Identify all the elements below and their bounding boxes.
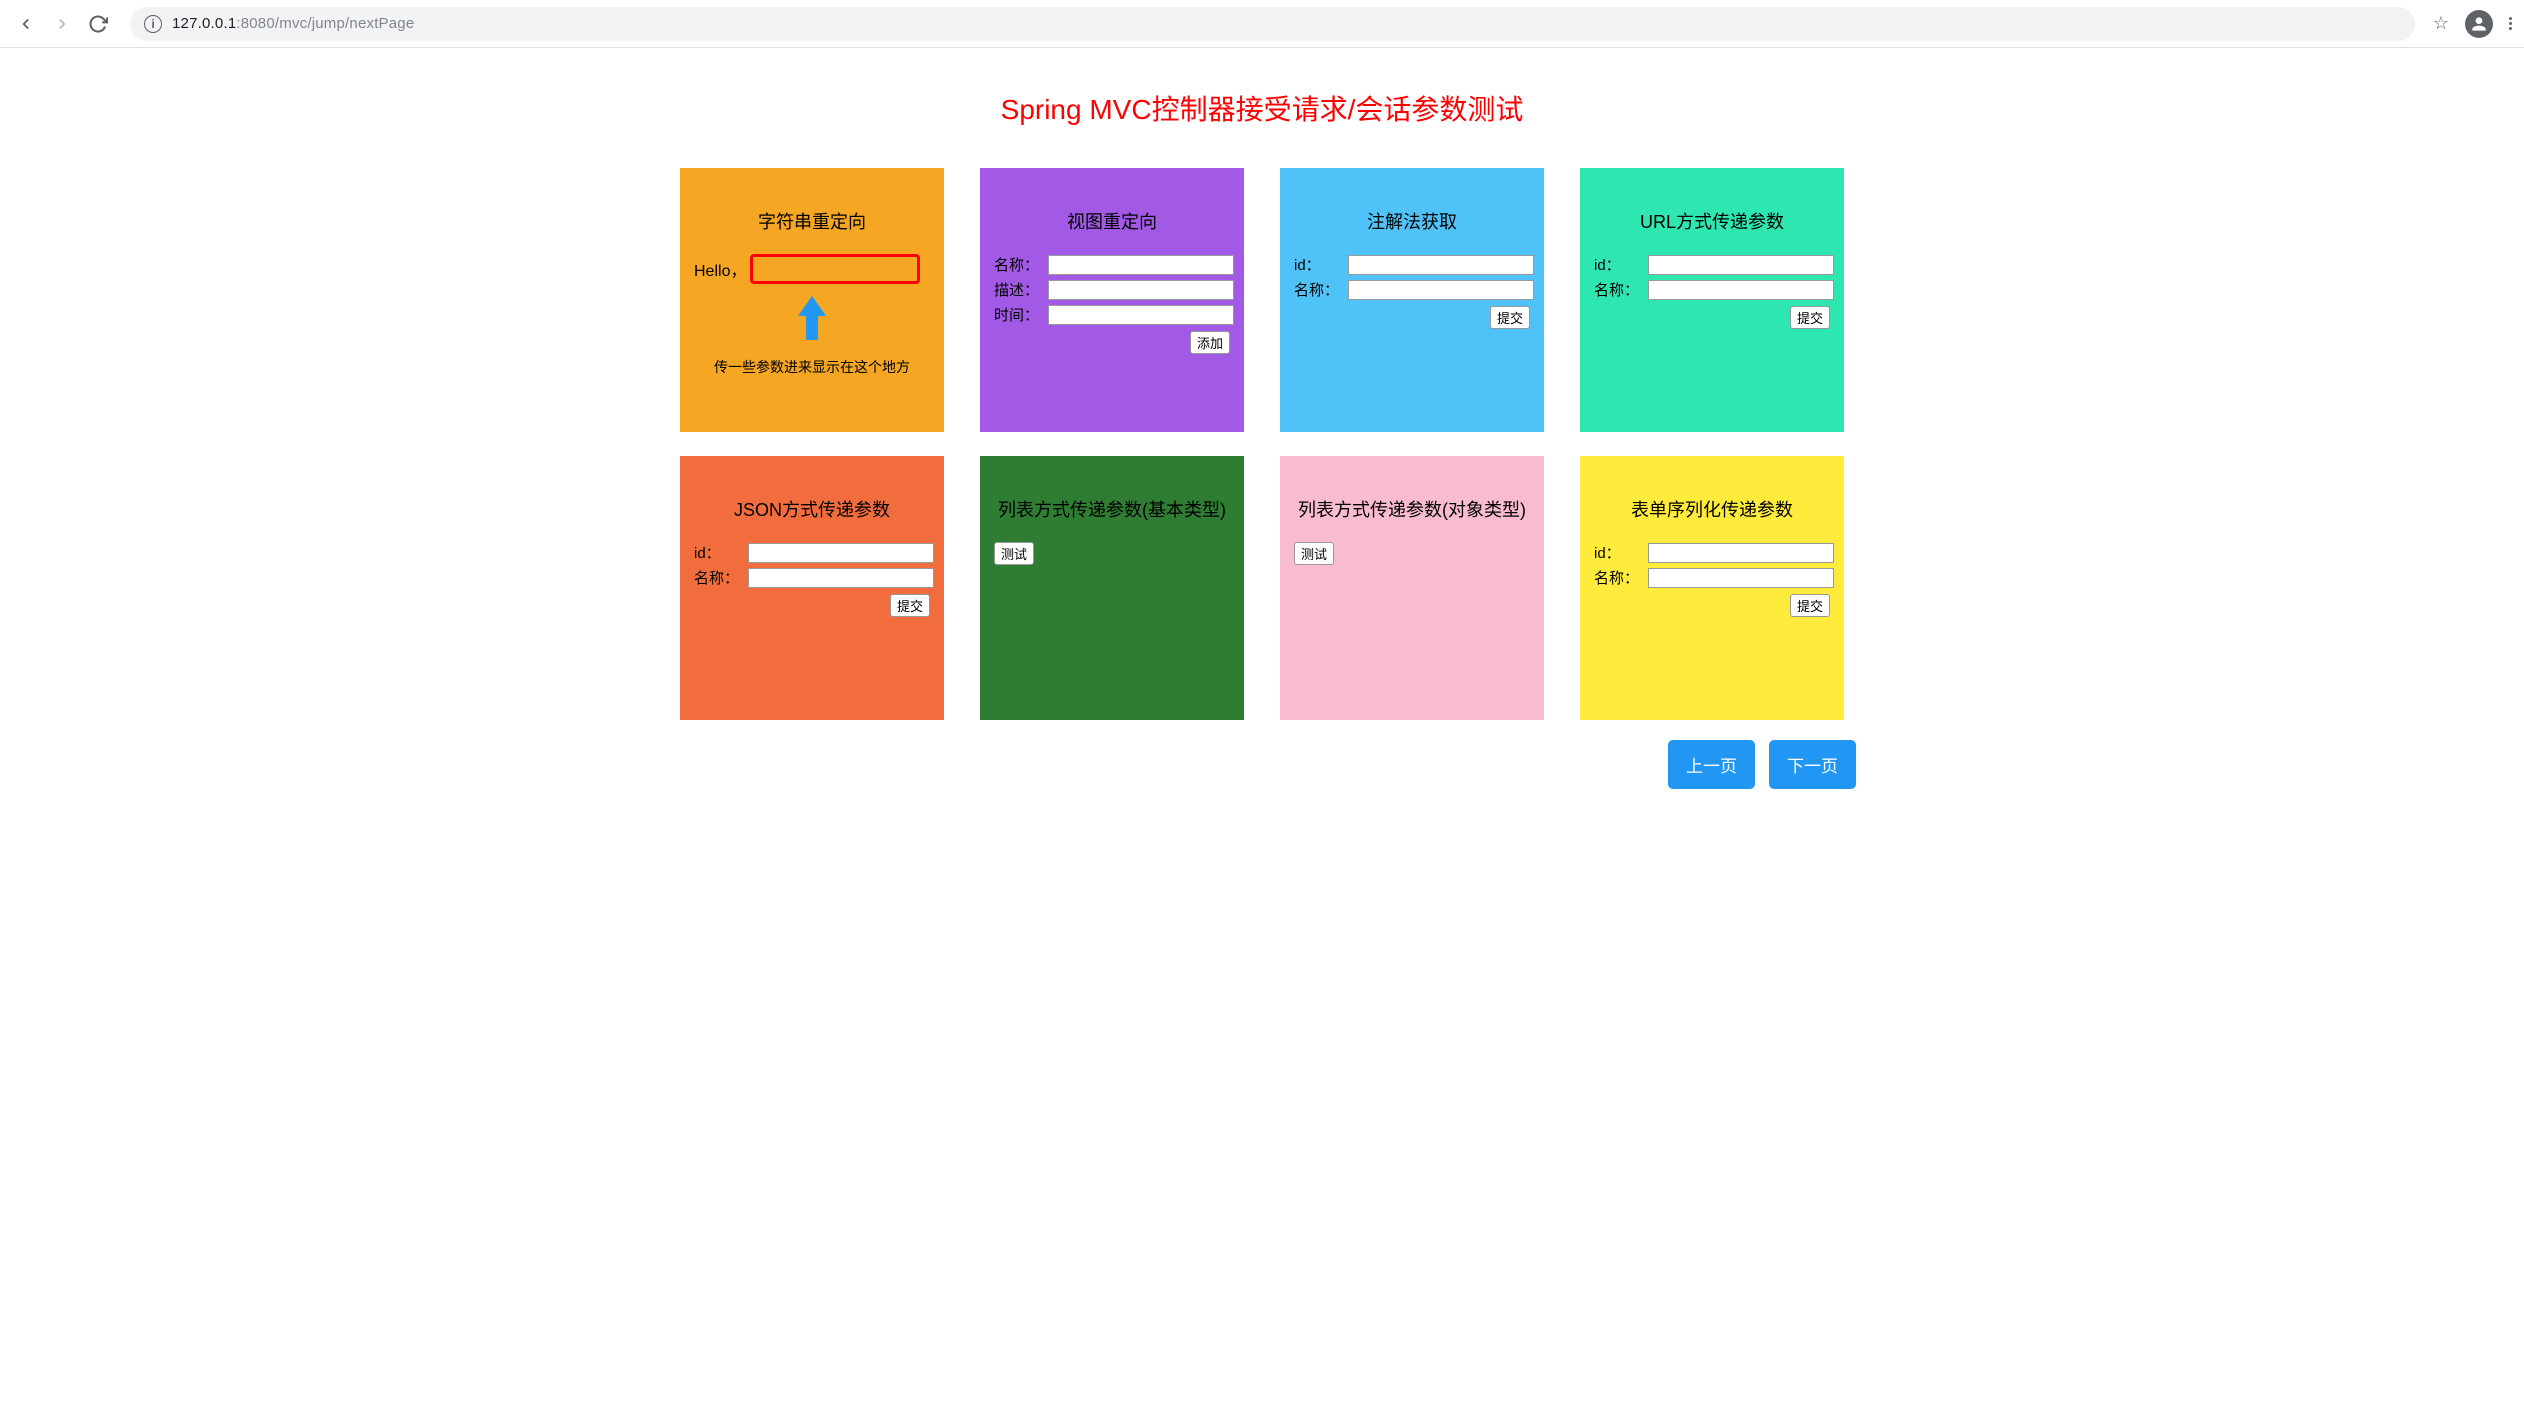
form-row-name: 名称： <box>694 567 930 588</box>
name-label: 名称： <box>694 567 742 588</box>
card-title: 列表方式传递参数(基本类型) <box>994 496 1230 522</box>
url-host: 127.0.0.1 <box>172 15 236 32</box>
page-content: Spring MVC控制器接受请求/会话参数测试 字符串重定向 Hello， 传… <box>0 48 2524 819</box>
test-button[interactable]: 测试 <box>1294 542 1334 565</box>
hello-output-box <box>750 254 920 284</box>
form-row-name: 名称： <box>1594 279 1830 300</box>
name-label: 名称： <box>994 254 1042 275</box>
name-input[interactable] <box>1648 280 1834 300</box>
form-row-name: 名称： <box>1594 567 1830 588</box>
card-annotation-get: 注解法获取 id： 名称： 提交 <box>1280 168 1544 432</box>
form-row-id: id： <box>1594 254 1830 275</box>
button-row: 添加 <box>994 331 1230 354</box>
button-row: 提交 <box>1594 306 1830 329</box>
time-label: 时间： <box>994 304 1042 325</box>
form-row-name: 名称： <box>994 254 1230 275</box>
id-input[interactable] <box>1648 543 1834 563</box>
submit-button[interactable]: 提交 <box>1790 594 1830 617</box>
submit-button[interactable]: 提交 <box>1490 306 1530 329</box>
form-row-id: id： <box>1594 542 1830 563</box>
button-row: 测试 <box>994 542 1230 565</box>
card-view-redirect: 视图重定向 名称： 描述： 时间： 添加 <box>980 168 1244 432</box>
form-row-id: id： <box>1294 254 1530 275</box>
id-input[interactable] <box>748 543 934 563</box>
form-row-id: id： <box>694 542 930 563</box>
card-json-params: JSON方式传递参数 id： 名称： 提交 <box>680 456 944 720</box>
desc-input[interactable] <box>1048 280 1234 300</box>
form-row-time: 时间： <box>994 304 1230 325</box>
card-title: 字符串重定向 <box>694 208 930 234</box>
submit-button[interactable]: 提交 <box>890 594 930 617</box>
pagination: 上一页 下一页 <box>632 720 1892 799</box>
card-form-serialize: 表单序列化传递参数 id： 名称： 提交 <box>1580 456 1844 720</box>
back-button[interactable] <box>12 10 40 38</box>
info-icon: i <box>144 15 162 33</box>
hello-label: Hello， <box>694 257 746 281</box>
card-grid: 字符串重定向 Hello， 传一些参数进来显示在这个地方 视图重定向 名称： 描… <box>0 168 2524 720</box>
name-input[interactable] <box>1348 280 1534 300</box>
menu-button[interactable] <box>2509 17 2512 30</box>
button-row: 提交 <box>1294 306 1530 329</box>
up-arrow-icon <box>792 294 832 342</box>
id-label: id： <box>1594 254 1642 275</box>
page-title: Spring MVC控制器接受请求/会话参数测试 <box>0 88 2524 128</box>
id-input[interactable] <box>1348 255 1534 275</box>
submit-button[interactable]: 提交 <box>1790 306 1830 329</box>
desc-label: 描述： <box>994 279 1042 300</box>
prev-page-button[interactable]: 上一页 <box>1668 740 1755 789</box>
profile-avatar[interactable] <box>2465 10 2493 38</box>
id-label: id： <box>1294 254 1342 275</box>
card-title: JSON方式传递参数 <box>694 496 930 522</box>
url-rest: :8080/mvc/jump/nextPage <box>236 15 414 32</box>
name-input[interactable] <box>1048 255 1234 275</box>
name-label: 名称： <box>1294 279 1342 300</box>
id-label: id： <box>694 542 742 563</box>
card-title: 列表方式传递参数(对象类型) <box>1294 496 1530 522</box>
form-row-desc: 描述： <box>994 279 1230 300</box>
form-row-name: 名称： <box>1294 279 1530 300</box>
time-input[interactable] <box>1048 305 1234 325</box>
add-button[interactable]: 添加 <box>1190 331 1230 354</box>
browser-toolbar: i 127.0.0.1:8080/mvc/jump/nextPage ☆ <box>0 0 2524 48</box>
card-title: URL方式传递参数 <box>1594 208 1830 234</box>
star-icon[interactable]: ☆ <box>2433 13 2449 34</box>
name-label: 名称： <box>1594 567 1642 588</box>
button-row: 提交 <box>694 594 930 617</box>
card-list-basic: 列表方式传递参数(基本类型) 测试 <box>980 456 1244 720</box>
name-input[interactable] <box>1648 568 1834 588</box>
card-title: 表单序列化传递参数 <box>1594 496 1830 522</box>
url-text: 127.0.0.1:8080/mvc/jump/nextPage <box>172 15 414 32</box>
card-string-redirect: 字符串重定向 Hello， 传一些参数进来显示在这个地方 <box>680 168 944 432</box>
button-row: 测试 <box>1294 542 1530 565</box>
forward-button[interactable] <box>48 10 76 38</box>
name-input[interactable] <box>748 568 934 588</box>
arrow-indicator <box>694 294 930 347</box>
name-label: 名称： <box>1594 279 1642 300</box>
next-page-button[interactable]: 下一页 <box>1769 740 1856 789</box>
card-url-params: URL方式传递参数 id： 名称： 提交 <box>1580 168 1844 432</box>
id-input[interactable] <box>1648 255 1834 275</box>
card-list-object: 列表方式传递参数(对象类型) 测试 <box>1280 456 1544 720</box>
card-caption: 传一些参数进来显示在这个地方 <box>694 357 930 377</box>
id-label: id： <box>1594 542 1642 563</box>
hello-row: Hello， <box>694 254 930 284</box>
button-row: 提交 <box>1594 594 1830 617</box>
reload-button[interactable] <box>84 10 112 38</box>
card-title: 注解法获取 <box>1294 208 1530 234</box>
address-bar[interactable]: i 127.0.0.1:8080/mvc/jump/nextPage <box>130 7 2415 41</box>
card-title: 视图重定向 <box>994 208 1230 234</box>
test-button[interactable]: 测试 <box>994 542 1034 565</box>
